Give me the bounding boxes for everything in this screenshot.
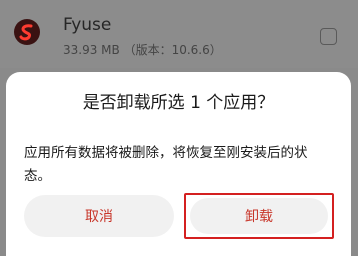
app-name: Fyuse xyxy=(63,15,112,35)
app-list-item[interactable]: Fyuse 33.93 MB （版本：10.6.6） xyxy=(0,0,358,68)
dialog-title: 是否卸载所选 1 个应用？ xyxy=(82,93,275,113)
uninstall-button-highlight[interactable]: 卸载 xyxy=(184,193,334,239)
dialog-message: 应用所有数据将被删除，将恢复至刚安装后的状态。 xyxy=(24,145,308,184)
cancel-button[interactable]: 取消 xyxy=(24,195,174,237)
app-size-version: 33.93 MB （版本：10.6.6） xyxy=(63,43,222,57)
uninstall-dialog: 是否卸载所选 1 个应用？ 应用所有数据将被删除，将恢复至刚安装后的状态。 取消… xyxy=(6,72,351,256)
select-checkbox[interactable] xyxy=(320,28,337,45)
fyuse-app-icon xyxy=(14,19,40,45)
uninstall-button[interactable]: 卸载 xyxy=(190,198,328,234)
